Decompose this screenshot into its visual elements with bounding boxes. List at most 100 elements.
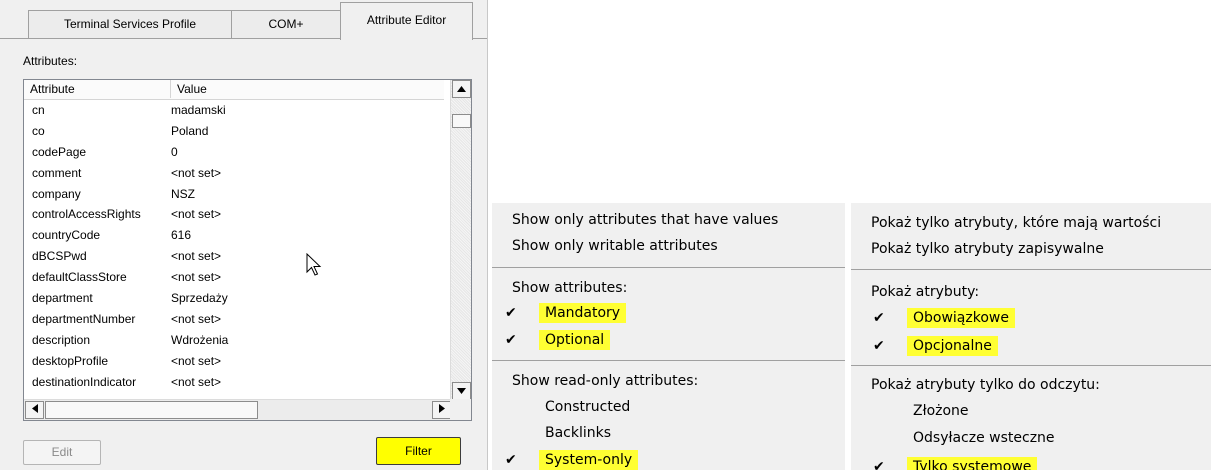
- column-header-value[interactable]: Value: [171, 80, 444, 98]
- menu-item-optional-label: Optional: [539, 330, 611, 350]
- attribute-name: controlAccessRights: [32, 207, 141, 222]
- menu-separator: [492, 267, 845, 268]
- filter-menu-polish: Pokaż tylko atrybuty, które mają wartośc…: [851, 203, 1211, 470]
- attribute-name: desktopProfile: [32, 353, 109, 368]
- menu-item-show-writable[interactable]: Pokaż tylko atrybuty zapisywalne: [871, 239, 1104, 259]
- menu-item-mandatory-label: Obowiązkowe: [907, 308, 1015, 328]
- menu-item-optional[interactable]: Opcjonalne: [907, 336, 998, 356]
- attribute-name: dBCSPwd: [32, 249, 87, 264]
- attribute-value: 616: [171, 228, 192, 243]
- mouse-cursor-icon: [306, 253, 322, 276]
- menu-item-mandatory-label: Mandatory: [539, 303, 627, 323]
- checkmark-icon: ✔: [505, 305, 517, 321]
- menu-item-optional[interactable]: Optional: [539, 330, 611, 350]
- edit-button[interactable]: Edit: [23, 440, 101, 465]
- attribute-editor-dialog: Terminal Services Profile COM+ Attribute…: [0, 0, 488, 470]
- attribute-value: Wdrożenia: [171, 332, 229, 347]
- arrow-up-icon: [457, 86, 466, 92]
- menu-item-system-only[interactable]: Tylko systemowe: [907, 457, 1038, 470]
- list-rows: cn madamski co Poland codePage 0 comment <no…: [24, 100, 444, 392]
- list-header: Attribute Value: [24, 80, 444, 100]
- tab-attribute-editor[interactable]: Attribute Editor: [340, 2, 473, 40]
- menu-item-system-only-label: Tylko systemowe: [907, 457, 1038, 470]
- attribute-name: department: [32, 291, 93, 306]
- menu-item-mandatory[interactable]: Obowiązkowe: [907, 308, 1015, 328]
- menu-header-show-readonly: Pokaż atrybuty tylko do odczytu:: [871, 377, 1100, 393]
- menu-header-show-readonly: Show read-only attributes:: [512, 373, 699, 389]
- menu-item-system-only[interactable]: System-only: [539, 450, 639, 470]
- attribute-name: co: [32, 123, 45, 138]
- attribute-value: <not set>: [171, 249, 222, 264]
- menu-separator: [851, 269, 1211, 270]
- attribute-name: codePage: [32, 144, 87, 159]
- attributes-label: Attributes:: [23, 54, 78, 68]
- attribute-name: departmentNumber: [32, 311, 136, 326]
- attribute-value: madamski: [171, 103, 226, 117]
- checkmark-icon: ✔: [505, 452, 517, 468]
- attribute-value: <not set>: [171, 270, 222, 285]
- checkmark-icon: ✔: [505, 332, 517, 348]
- scroll-left-button[interactable]: [25, 401, 44, 419]
- horizontal-scrollbar[interactable]: [24, 399, 452, 420]
- attribute-value: <not set>: [171, 311, 222, 326]
- scroll-up-button[interactable]: [452, 80, 471, 98]
- tab-terminal-services-profile[interactable]: Terminal Services Profile: [28, 10, 232, 38]
- list-row[interactable]: cn madamski: [24, 100, 444, 121]
- menu-item-system-only-label: System-only: [539, 450, 639, 470]
- scroll-right-button[interactable]: [432, 401, 451, 419]
- list-row[interactable]: comment <not set>: [24, 163, 444, 184]
- attribute-value: NSZ: [171, 186, 195, 201]
- attribute-name: description: [32, 332, 91, 347]
- menu-separator: [851, 365, 1211, 366]
- arrow-right-icon: [438, 404, 445, 413]
- attribute-value: Poland: [171, 123, 209, 138]
- menu-item-backlinks[interactable]: Backlinks: [545, 423, 611, 443]
- scrollbar-corner: [450, 399, 471, 420]
- menu-item-show-writable[interactable]: Show only writable attributes: [512, 236, 718, 256]
- vertical-scrollbar[interactable]: [450, 80, 471, 400]
- attribute-name: comment: [32, 165, 82, 180]
- vertical-scroll-thumb[interactable]: [452, 114, 471, 128]
- list-row[interactable]: dBCSPwd <not set>: [24, 246, 444, 267]
- list-row[interactable]: codePage 0: [24, 142, 444, 163]
- menu-header-show-attributes: Pokaż atrybuty:: [871, 284, 980, 300]
- horizontal-scroll-thumb[interactable]: [45, 401, 258, 419]
- attribute-name: defaultClassStore: [32, 270, 127, 285]
- attribute-value: <not set>: [171, 353, 222, 368]
- attribute-name: countryCode: [32, 228, 101, 243]
- list-row[interactable]: co Poland: [24, 121, 444, 142]
- filter-menu-english: Show only attributes that have values Sh…: [492, 203, 845, 470]
- attribute-value: <not set>: [171, 374, 222, 389]
- list-row[interactable]: company NSZ: [24, 184, 444, 205]
- menu-separator: [492, 360, 845, 361]
- arrow-left-icon: [31, 404, 38, 413]
- attribute-name: cn: [32, 103, 45, 117]
- list-row[interactable]: defaultClassStore <not set>: [24, 267, 444, 288]
- menu-item-backlinks[interactable]: Odsyłacze wsteczne: [913, 428, 1055, 448]
- attribute-value: <not set>: [171, 207, 222, 222]
- list-row[interactable]: desktopProfile <not set>: [24, 351, 444, 372]
- menu-item-show-values[interactable]: Pokaż tylko atrybuty, które mają wartośc…: [871, 213, 1161, 233]
- column-header-attribute[interactable]: Attribute: [24, 80, 171, 98]
- scroll-down-button[interactable]: [452, 382, 471, 400]
- menu-header-show-attributes: Show attributes:: [512, 280, 628, 296]
- list-row[interactable]: department Sprzedaży: [24, 288, 444, 309]
- tab-com-plus[interactable]: COM+: [231, 10, 341, 38]
- attribute-value: 0: [171, 144, 178, 159]
- attribute-value: <not set>: [171, 165, 222, 180]
- list-row[interactable]: countryCode 616: [24, 225, 444, 246]
- list-row[interactable]: description Wdrożenia: [24, 330, 444, 351]
- menu-item-constructed[interactable]: Constructed: [545, 397, 630, 417]
- checkmark-icon: ✔: [873, 310, 885, 326]
- list-row[interactable]: departmentNumber <not set>: [24, 309, 444, 330]
- menu-item-show-values[interactable]: Show only attributes that have values: [512, 210, 778, 230]
- list-row[interactable]: controlAccessRights <not set>: [24, 204, 444, 225]
- attribute-name: company: [32, 186, 81, 201]
- checkmark-icon: ✔: [873, 338, 885, 354]
- attributes-list[interactable]: Attribute Value cn madamski co Poland code…: [23, 79, 472, 421]
- menu-item-constructed[interactable]: Złożone: [913, 401, 969, 421]
- attribute-name: destinationIndicator: [32, 374, 137, 389]
- menu-item-mandatory[interactable]: Mandatory: [539, 303, 627, 323]
- list-row[interactable]: destinationIndicator <not set>: [24, 372, 444, 393]
- filter-button[interactable]: Filter: [376, 437, 461, 465]
